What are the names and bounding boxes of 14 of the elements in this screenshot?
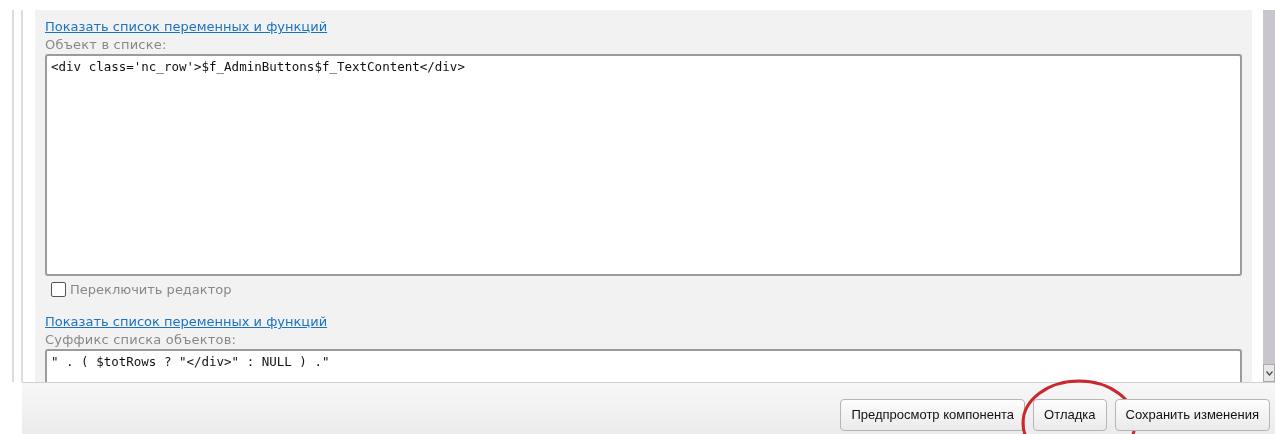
field-label: Суффикс списка объектов: xyxy=(45,331,237,349)
code-editor[interactable]: " . ( $totRows ? "</div>" : NULL ) ." xyxy=(45,349,1242,382)
variables-link[interactable]: Показать список переменных и функций xyxy=(45,18,328,36)
checkbox-label: Переключить редактор xyxy=(70,282,232,297)
scroll-down-button[interactable] xyxy=(1263,364,1275,382)
variables-link[interactable]: Показать список переменных и функций xyxy=(45,313,328,331)
action-button[interactable]: Сохранить изменения xyxy=(1114,398,1270,431)
field-label: Объект в списке: xyxy=(45,36,167,54)
code-editor[interactable]: <div class='nc_row'>$f_AdminButtons$f_TextContent</div> xyxy=(45,54,1242,276)
action-button[interactable]: Отладка xyxy=(1033,398,1107,431)
action-button[interactable]: Предпросмотр компонента xyxy=(840,398,1026,431)
checkbox[interactable] xyxy=(51,282,66,297)
scrollbar[interactable] xyxy=(1263,10,1275,382)
chevron-down-icon xyxy=(1265,370,1273,376)
